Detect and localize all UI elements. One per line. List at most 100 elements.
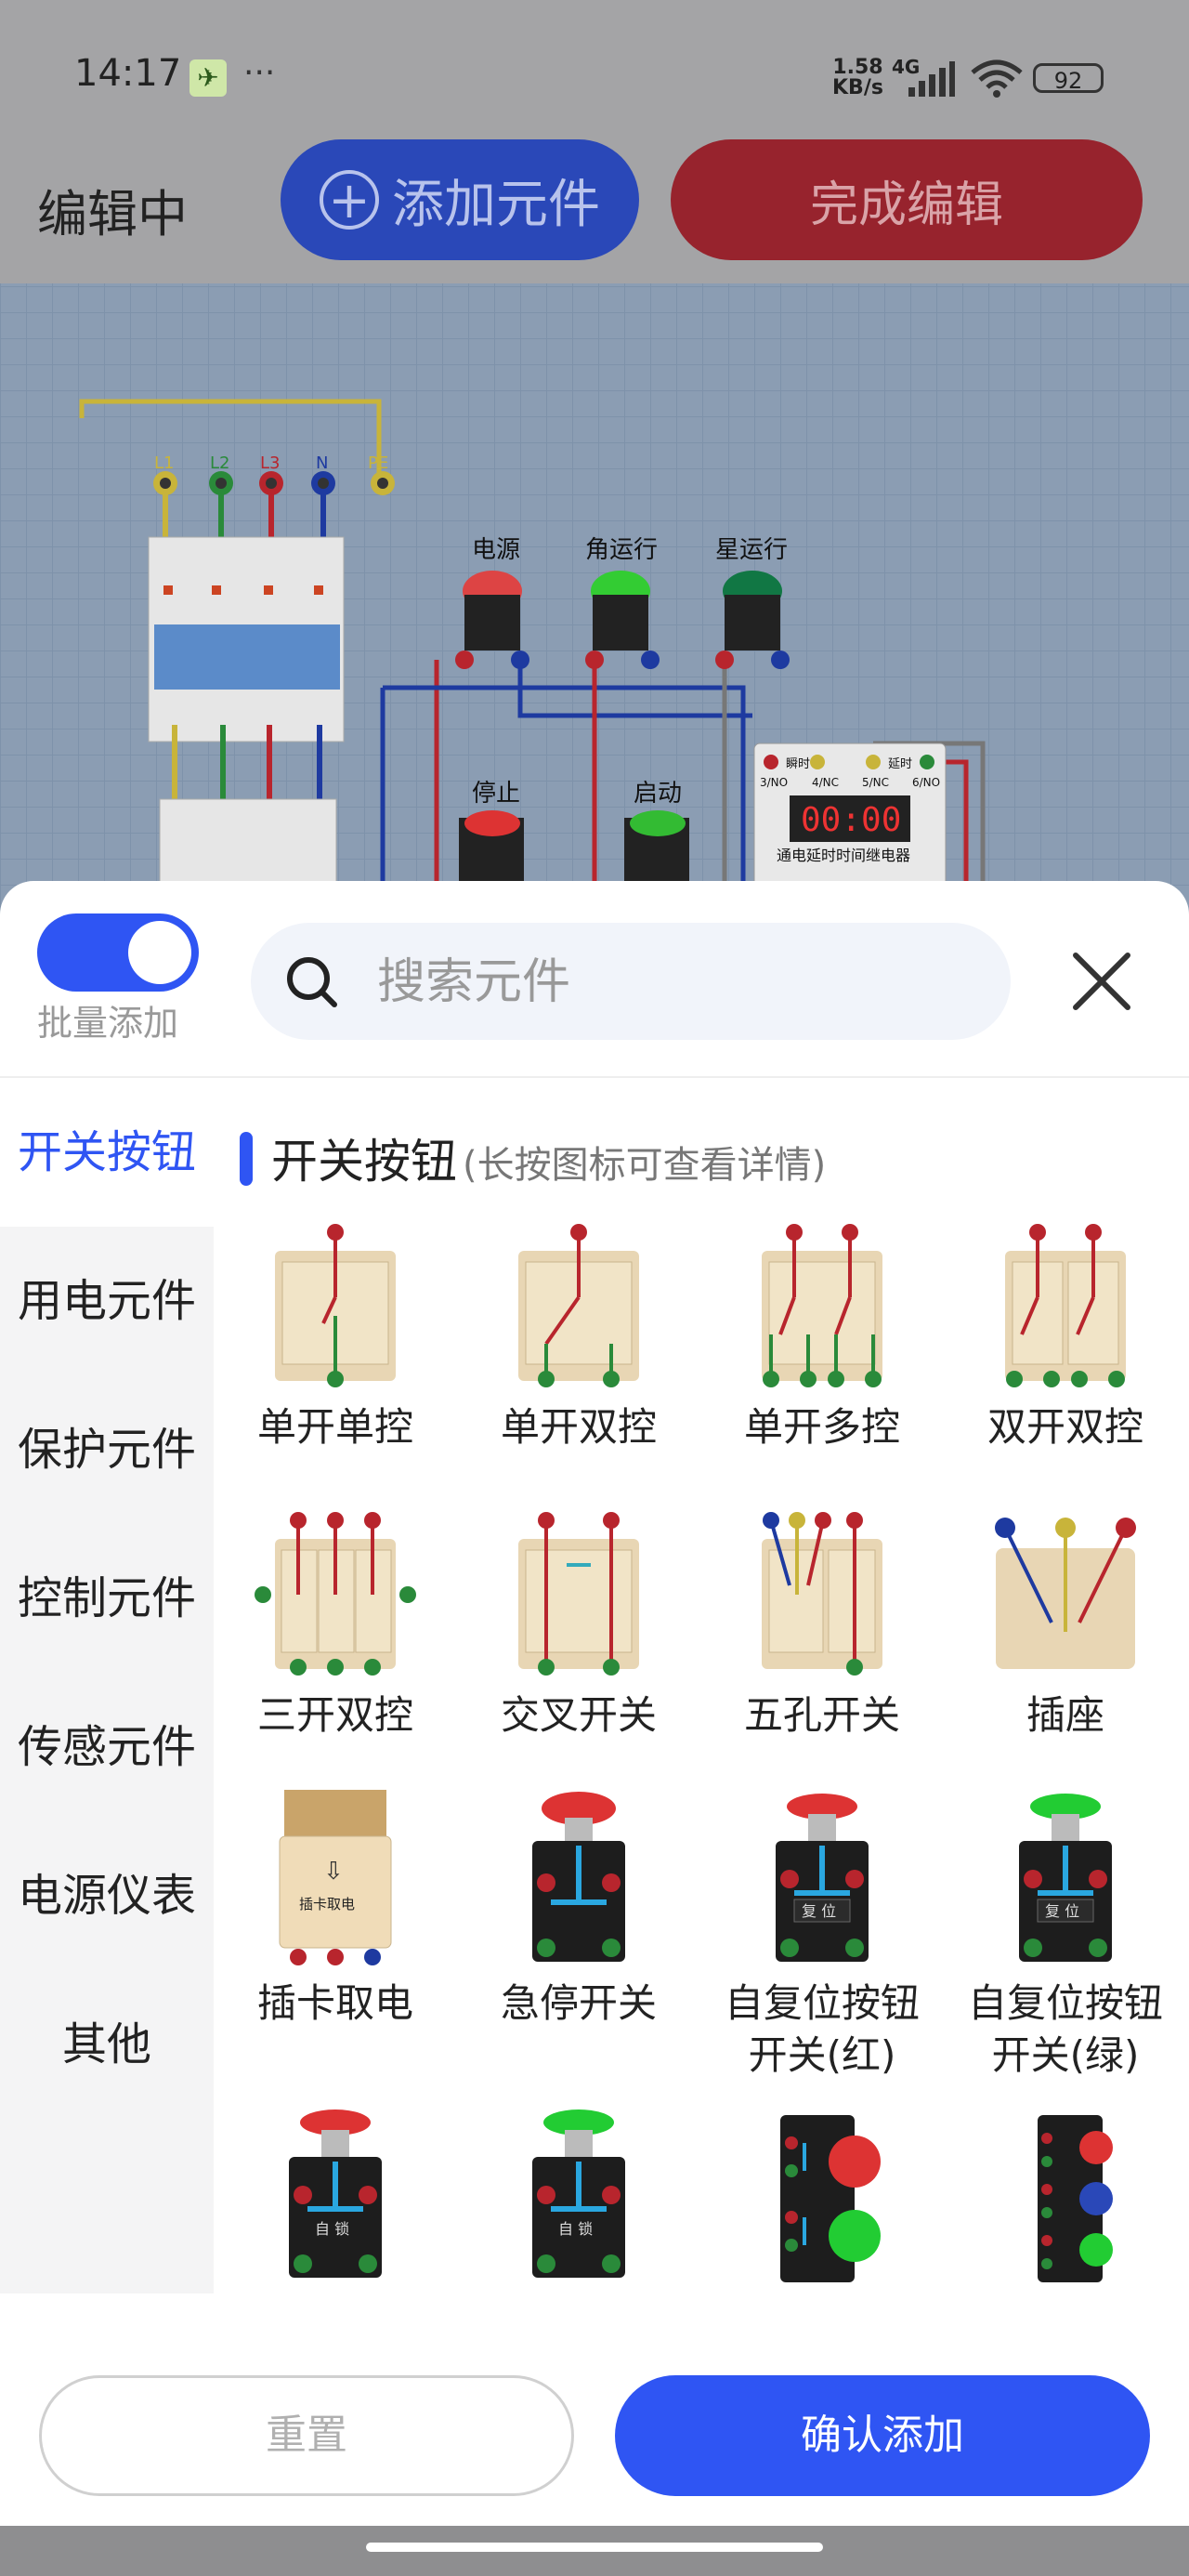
component-item[interactable]: 复 位 自复位按钮 开关(红) — [700, 1794, 944, 2082]
component-item[interactable]: 单开双控 — [457, 1223, 700, 1453]
close-icon[interactable] — [1065, 944, 1139, 1019]
five-hole-switch-icon — [762, 1512, 882, 1676]
page-title: 编辑中 — [37, 185, 188, 243]
lamp-label-delta: 角运行 — [585, 536, 658, 564]
component-item[interactable]: 五孔开关 — [700, 1511, 944, 1741]
component-label: 双开双控 — [986, 1404, 1143, 1450]
batch-add-label: 批量添加 — [37, 1003, 179, 1044]
toggle-knob — [128, 921, 191, 984]
search-input[interactable] — [375, 947, 973, 1018]
socket-icon — [995, 1518, 1136, 1669]
component-item[interactable]: 复 位 自复位按钮 开关(绿) — [944, 1794, 1187, 2082]
speed-unit: KB/s — [832, 76, 883, 99]
terminal-label-l1: L1 — [154, 453, 174, 473]
button-label-start: 启动 — [634, 780, 682, 808]
footer-actions: 重置 确认添加 — [0, 2342, 1189, 2526]
timer-pin-3: 6/NO — [912, 776, 940, 789]
app-notification-icon: ✈ — [189, 59, 227, 97]
component-item[interactable]: 双开双控 — [944, 1223, 1187, 1453]
more-notifications-icon: ··· — [243, 54, 276, 92]
header: 编辑中 + 添加元件 完成编辑 — [0, 139, 1189, 283]
category-power-meters[interactable]: 电源仪表 — [0, 1821, 214, 1970]
component-label: 自复位按钮 开关(绿) — [967, 1980, 1163, 2078]
battery-icon: 92 — [1033, 63, 1104, 94]
cross-switch-icon — [518, 1512, 639, 1676]
component-label: 插座 — [1026, 1692, 1104, 1738]
timer-pin-0: 瞬时 — [786, 757, 810, 771]
category-electric-loads[interactable]: 用电元件 — [0, 1227, 214, 1375]
terminal-labels: L1 L2 L3 N PE — [154, 453, 388, 473]
terminal-label-n: N — [316, 453, 328, 473]
component-item[interactable]: 插座 — [944, 1511, 1187, 1741]
triple-button-box-icon — [1038, 2115, 1113, 2282]
svg-text:⇩: ⇩ — [323, 1858, 344, 1886]
component-item[interactable]: 单开多控 — [700, 1223, 944, 1453]
button-label-stop: 停止 — [472, 780, 520, 808]
lock-button-text-green: 自 锁 — [558, 2220, 593, 2238]
component-label: 急停开关 — [500, 1980, 657, 2026]
signal-icon — [908, 61, 955, 97]
section-heading: 开关按钮 (长按图标可查看详情) — [238, 1124, 826, 1191]
component-item[interactable]: 三开双控 — [214, 1511, 457, 1741]
component-item[interactable]: ⇩ 插卡取电 插卡取电 — [214, 1790, 457, 2030]
timer-pin-4: 3/NO — [760, 776, 788, 789]
section-title: 开关按钮 — [271, 1135, 457, 1189]
reset-button-text-green: 复 位 — [1045, 1902, 1079, 1920]
status-bar: 14:17 ✈ ··· 1.58 KB/s 4G 92 — [0, 0, 1189, 139]
component-item[interactable] — [944, 2115, 1187, 2282]
component-label: 单开单控 — [256, 1404, 413, 1450]
terminal-label-l3: L3 — [260, 453, 280, 473]
component-label: 自复位按钮 开关(红) — [724, 1980, 920, 2078]
emergency-stop-icon — [532, 1792, 625, 1962]
navigation-bar — [0, 2526, 1189, 2576]
component-label: 交叉开关 — [500, 1692, 657, 1738]
lock-button-red-icon: 自 锁 — [289, 2109, 382, 2278]
single-switch-double-control-icon — [518, 1224, 639, 1387]
status-time: 14:17 — [74, 52, 182, 95]
component-item[interactable]: 急停开关 — [457, 1792, 700, 2030]
search-icon — [287, 957, 337, 1007]
category-sidebar: 开关按钮 用电元件 保护元件 控制元件 传感元件 电源仪表 其他 — [0, 1078, 214, 2293]
section-hint: (长按图标可查看详情) — [463, 1144, 827, 1187]
timer-pin-5: 5/NC — [862, 776, 889, 789]
component-item[interactable] — [700, 2115, 944, 2282]
lock-button-green-icon: 自 锁 — [532, 2109, 625, 2278]
component-item[interactable]: 单开单控 — [214, 1223, 457, 1453]
lock-button-text-red: 自 锁 — [315, 2220, 349, 2238]
terminal-label-pe: PE — [368, 453, 388, 473]
reset-button-green-icon: 复 位 — [1019, 1794, 1112, 1962]
single-switch-multi-control-icon — [762, 1224, 882, 1387]
component-item[interactable]: 自 锁 — [457, 2109, 700, 2282]
timer-display: 00:00 — [801, 801, 901, 839]
category-other[interactable]: 其他 — [0, 1970, 214, 2119]
double-switch-double-control-icon — [1005, 1224, 1126, 1387]
batch-add-toggle[interactable] — [37, 913, 199, 992]
category-protection[interactable]: 保护元件 — [0, 1375, 214, 1524]
home-indicator[interactable] — [366, 2543, 823, 2552]
component-item[interactable]: 自 锁 — [214, 2109, 457, 2282]
lamp-label-power: 电源 — [472, 536, 520, 564]
search-box[interactable] — [251, 923, 1011, 1040]
category-control[interactable]: 控制元件 — [0, 1524, 214, 1673]
confirm-add-button[interactable]: 确认添加 — [615, 2375, 1150, 2496]
component-label: 五孔开关 — [743, 1692, 900, 1738]
add-component-button[interactable]: + 添加元件 — [281, 139, 639, 260]
component-label: 单开双控 — [500, 1404, 657, 1450]
timer-pin-2: 延时 — [888, 757, 912, 771]
reset-button-text-red: 复 位 — [802, 1902, 836, 1920]
finish-editing-button[interactable]: 完成编辑 — [671, 139, 1143, 260]
component-label: 三开双控 — [256, 1692, 413, 1738]
lamp-label-star: 星运行 — [715, 536, 788, 564]
single-switch-single-control-icon — [275, 1224, 396, 1387]
category-switch-buttons[interactable]: 开关按钮 — [0, 1078, 214, 1227]
component-label: 单开多控 — [743, 1404, 900, 1450]
terminal-label-l2: L2 — [210, 453, 229, 473]
plus-circle-icon: + — [320, 170, 379, 230]
component-item[interactable]: 交叉开关 — [457, 1511, 700, 1741]
triple-switch-double-control-icon — [255, 1512, 416, 1676]
network-speed: 1.58 KB/s — [832, 58, 883, 99]
card-switch-text: 插卡取电 — [299, 1896, 355, 1912]
add-component-label: 添加元件 — [392, 174, 600, 235]
reset-button[interactable]: 重置 — [39, 2375, 574, 2496]
category-sensors[interactable]: 传感元件 — [0, 1673, 214, 1821]
